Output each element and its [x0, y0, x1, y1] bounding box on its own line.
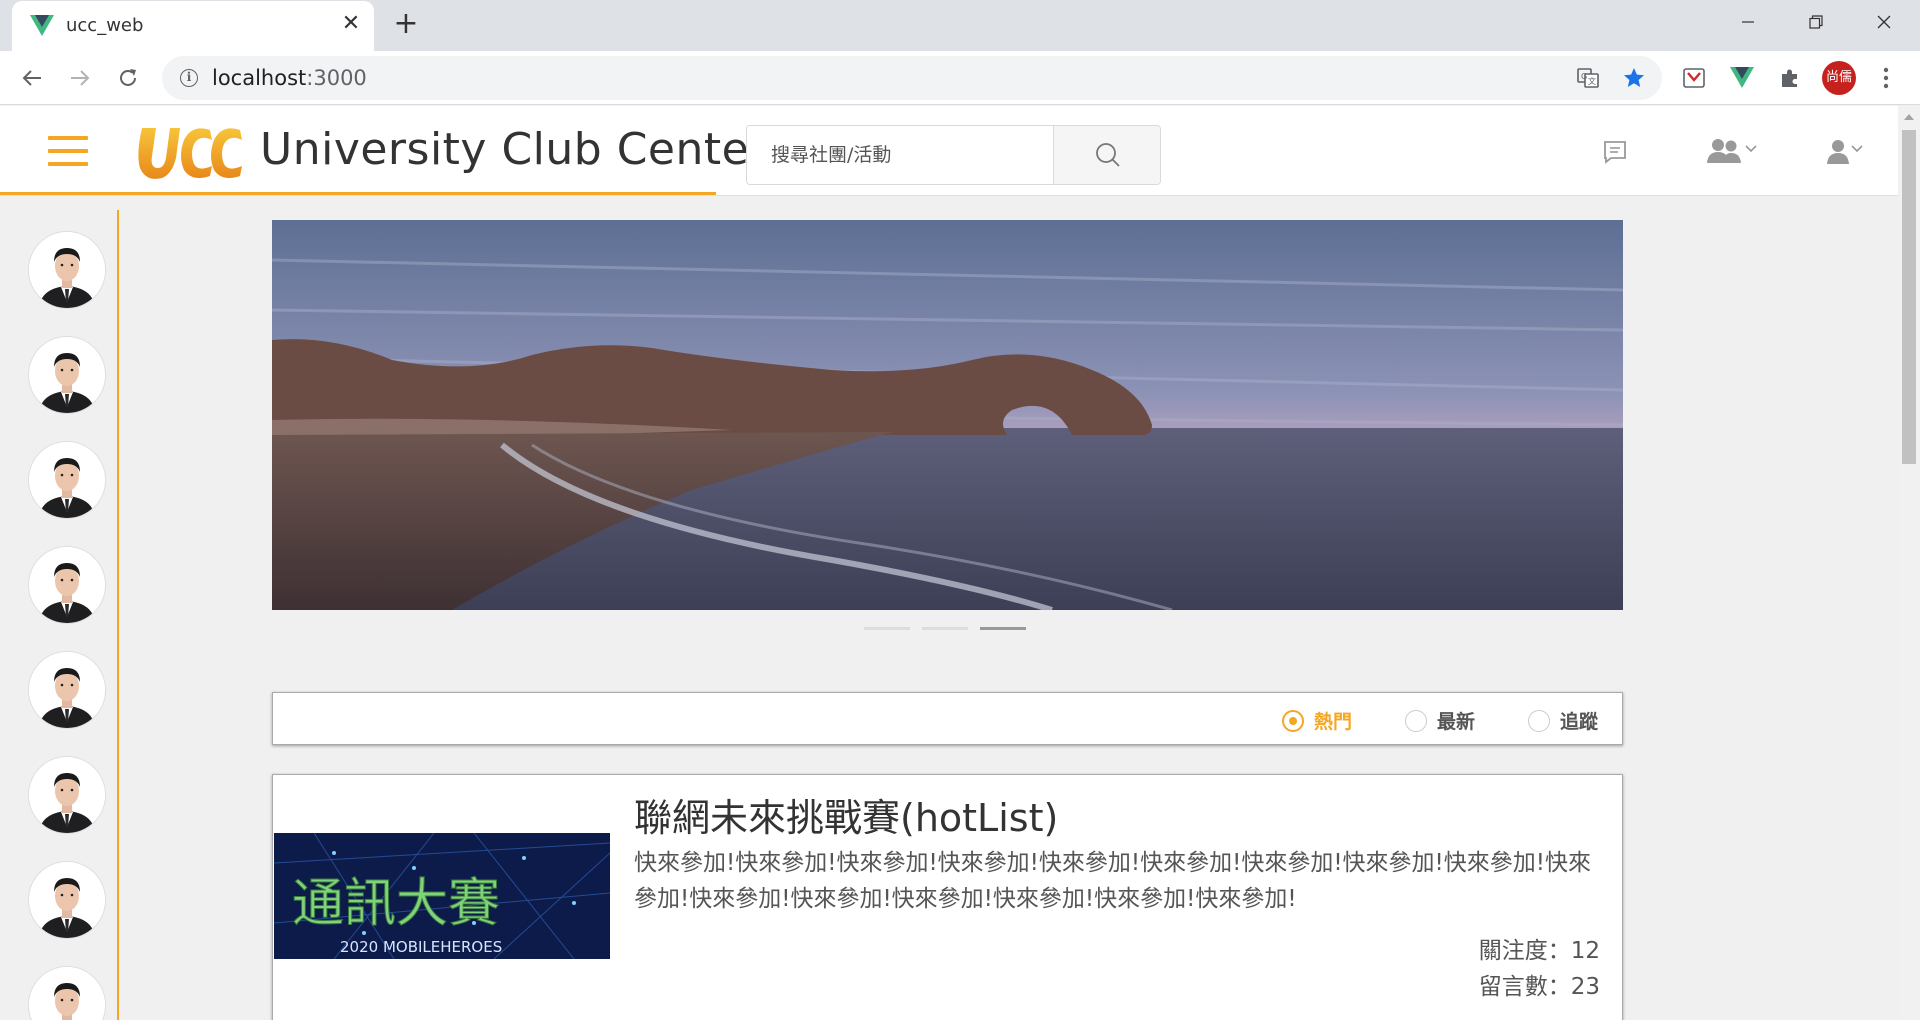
restore-icon[interactable] [1786, 0, 1846, 44]
thumb-title-text: 通訊大賽 [292, 874, 500, 934]
header-accent-line [0, 192, 716, 195]
site-title[interactable]: University Club Center [260, 124, 768, 175]
window-close-icon[interactable] [1854, 0, 1914, 44]
member-avatar[interactable] [29, 442, 105, 518]
site-info-icon[interactable]: i [180, 69, 198, 87]
search-input[interactable] [747, 126, 1053, 184]
banner-carousel[interactable] [272, 220, 1623, 610]
member-avatar[interactable] [29, 757, 105, 833]
filter-latest[interactable]: 最新 [1405, 707, 1475, 734]
page-scrollbar[interactable] [1898, 106, 1920, 1020]
reload-icon[interactable] [112, 62, 144, 94]
new-tab-icon[interactable]: + [390, 9, 422, 41]
sort-filter-bar: 熱門 最新 追蹤 [272, 692, 1623, 745]
search-box [746, 125, 1161, 185]
extensions-puzzle-icon[interactable] [1774, 62, 1806, 94]
vue-devtools-icon[interactable] [1726, 62, 1758, 94]
radio-icon [1405, 709, 1427, 732]
scroll-up-arrow-icon[interactable] [1904, 114, 1914, 120]
url-text: localhost:3000 [212, 66, 367, 90]
search-icon [1095, 143, 1120, 167]
browser-tab-bar: ucc_web ✕ + [0, 0, 1920, 51]
minimize-icon[interactable] [1718, 0, 1778, 44]
browser-toolbar: i localhost:3000 G文 尚儒 [0, 51, 1920, 105]
hamburger-menu-icon[interactable] [48, 136, 88, 168]
member-avatar[interactable] [29, 232, 105, 308]
browser-tab[interactable]: ucc_web ✕ [12, 1, 374, 51]
filter-following[interactable]: 追蹤 [1528, 707, 1598, 734]
bookmark-star-icon[interactable] [1618, 62, 1650, 94]
tab-title: ucc_web [66, 15, 144, 36]
activity-description: 快來參加!快來參加!快來參加!快來參加!快來參加!快來參加!快來參加!快來參加!… [634, 850, 1591, 912]
member-avatar[interactable] [29, 862, 105, 938]
clubs-dropdown-icon[interactable] [1706, 134, 1760, 170]
profile-avatar[interactable]: 尚儒 [1822, 61, 1856, 95]
radio-checked-icon [1282, 709, 1304, 732]
member-avatar[interactable] [29, 652, 105, 728]
thumb-subtitle-text: 2020 MOBILEHEROES [340, 938, 502, 956]
svg-text:G: G [1581, 72, 1587, 81]
activity-stats: 關注度：12 留言數：23 [1479, 933, 1600, 1005]
translate-icon[interactable]: G文 [1572, 62, 1604, 94]
site-header: University Club Center [0, 106, 1898, 196]
address-bar[interactable]: i localhost:3000 G文 [162, 56, 1662, 100]
scrollbar-thumb[interactable] [1902, 130, 1916, 464]
carousel-indicators [864, 627, 1026, 631]
member-avatar[interactable] [29, 337, 105, 413]
ucc-logo[interactable] [132, 114, 244, 186]
banner-image [272, 220, 1623, 610]
page-viewport: University Club Center 搜尋社團/活動 熱門 最新 追蹤 … [0, 106, 1898, 1020]
member-sidebar [0, 210, 119, 1020]
member-avatar[interactable] [29, 547, 105, 623]
chrome-menu-icon[interactable] [1870, 62, 1902, 94]
member-avatar[interactable] [29, 967, 105, 1020]
comments-count: 留言數：23 [1478, 974, 1600, 1000]
search-button[interactable] [1053, 126, 1160, 184]
activity-thumbnail[interactable]: 通訊大賽 2020 MOBILEHEROES [274, 833, 610, 959]
vue-logo-icon [30, 15, 54, 36]
carousel-dot[interactable] [864, 627, 910, 630]
tab-close-icon[interactable]: ✕ [337, 10, 365, 38]
back-icon[interactable] [16, 62, 48, 94]
carousel-dot[interactable] [922, 627, 968, 630]
pocket-extension-icon[interactable] [1678, 62, 1710, 94]
svg-text:文: 文 [1588, 76, 1596, 86]
radio-icon [1528, 709, 1550, 732]
followers-count: 關注度：12 [1478, 938, 1600, 964]
activity-title[interactable]: 聯網未來挑戰賽(hotList) [634, 787, 1058, 842]
carousel-dot-active[interactable] [980, 627, 1026, 630]
message-icon[interactable] [1602, 134, 1628, 170]
activity-card[interactable]: 通訊大賽 2020 MOBILEHEROES 聯網未來挑戰賽(hotList) … [272, 774, 1623, 1020]
filter-hot-label: 熱門 [1314, 711, 1353, 733]
forward-icon[interactable] [64, 62, 96, 94]
filter-hot[interactable]: 熱門 [1282, 707, 1352, 734]
user-dropdown-icon[interactable] [1826, 134, 1866, 170]
filter-latest-label: 最新 [1437, 711, 1476, 733]
filter-following-label: 追蹤 [1560, 711, 1599, 733]
